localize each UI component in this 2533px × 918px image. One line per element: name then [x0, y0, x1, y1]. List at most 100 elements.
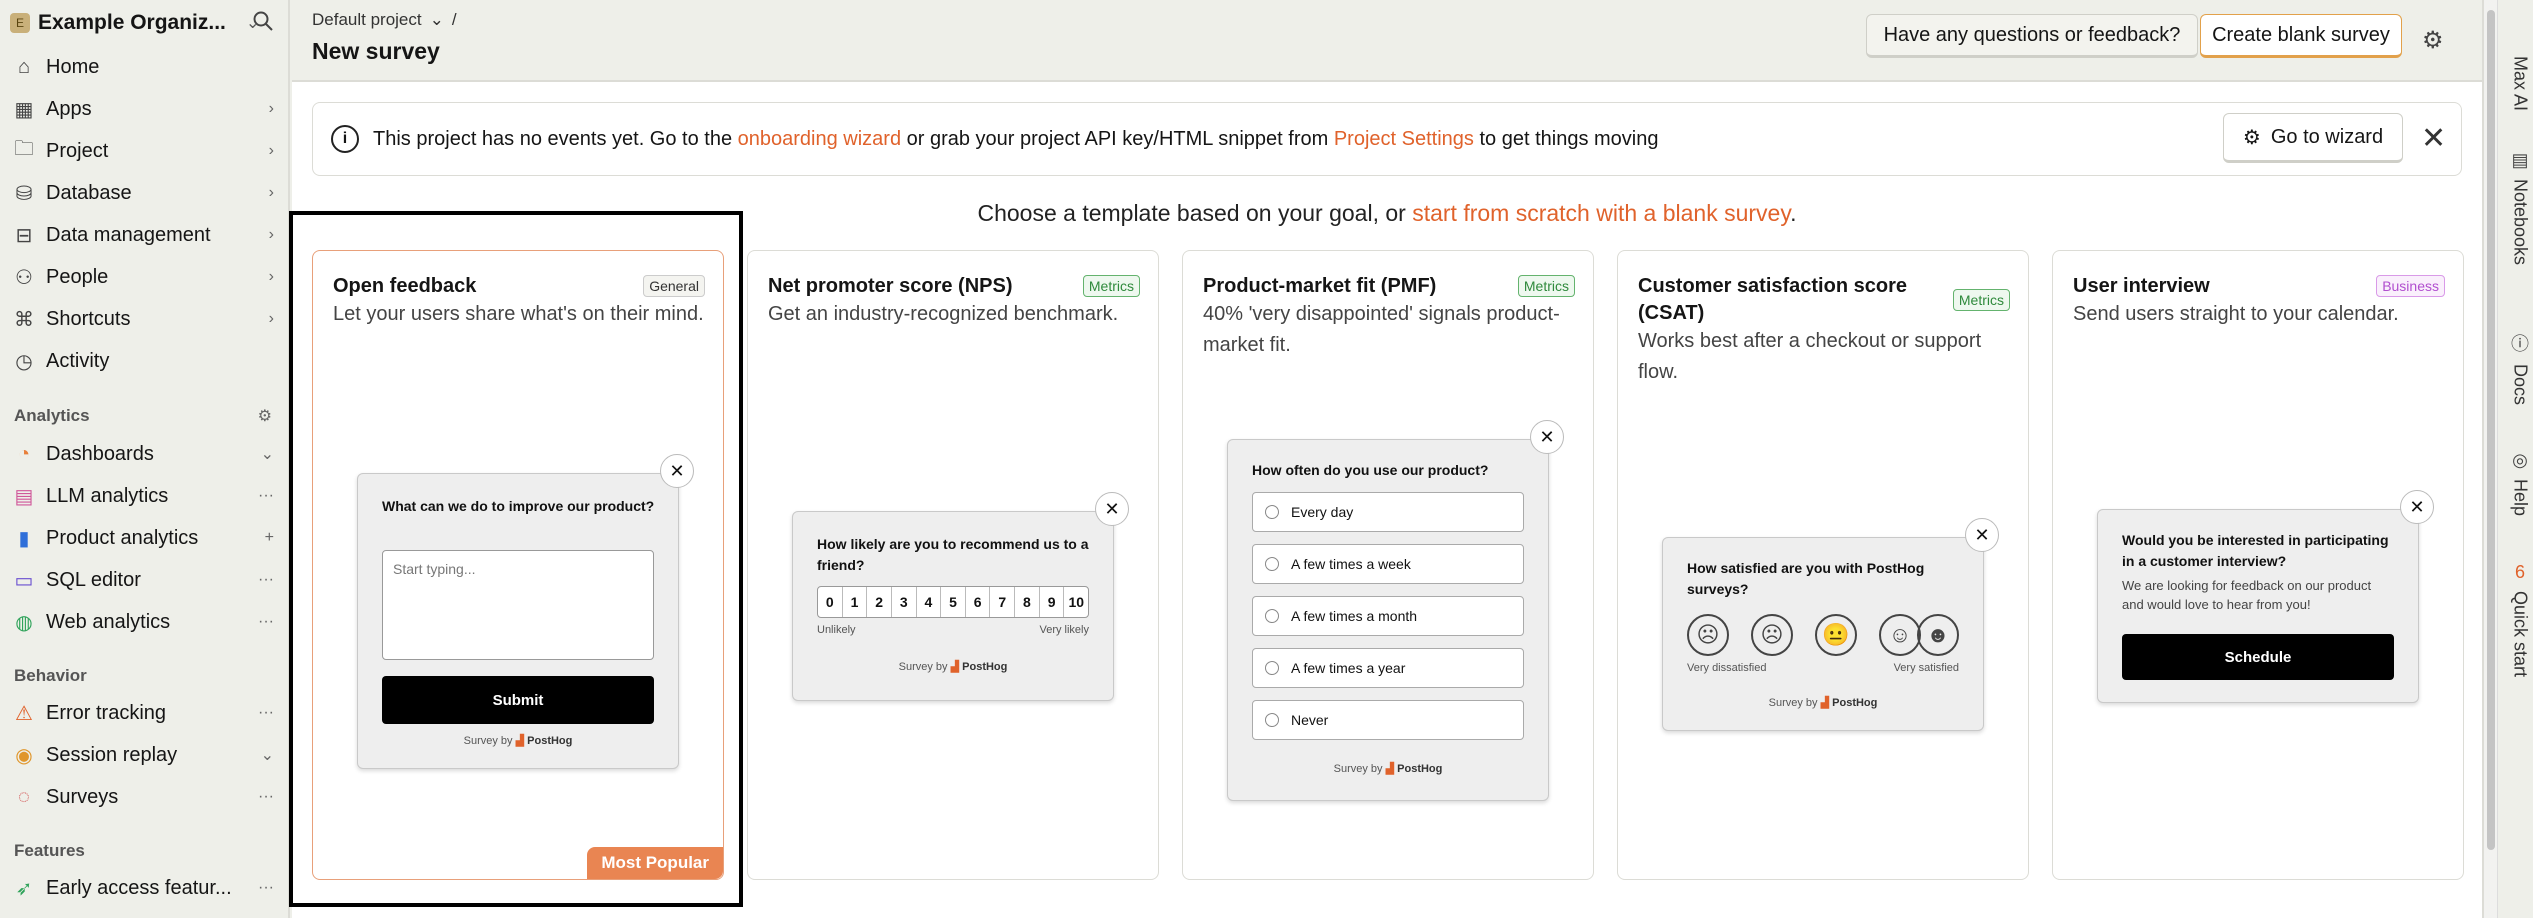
rail-item-notebooks[interactable]: ▤ Notebooks	[2506, 150, 2533, 265]
project-settings-link[interactable]: Project Settings	[1334, 128, 1474, 150]
template-card-csat[interactable]: Customer satisfaction score (CSAT) Metri…	[1617, 250, 2029, 880]
main-content: i This project has no events yet. Go to …	[292, 80, 2482, 918]
sidebar-item-product-analytics[interactable]: ▮ Product analytics +	[0, 520, 290, 556]
sidebar-item-database[interactable]: ⛁ Database ›	[0, 175, 290, 211]
template-card-open-feedback[interactable]: Open feedback General Let your users sha…	[312, 250, 724, 880]
sidebar-item-shortcuts[interactable]: ⌘ Shortcuts ›	[0, 301, 290, 337]
survey-question: How often do you use our product?	[1252, 462, 1489, 478]
rail-item-docs[interactable]: ⓘ Docs	[2506, 330, 2533, 405]
sidebar-item-data-management[interactable]: ⊟ Data management ›	[0, 217, 290, 253]
rail-item-help[interactable]: ◎ Help	[2506, 450, 2533, 516]
survey-question: What can we do to improve our product?	[382, 498, 655, 514]
nps-low-label: Unlikely	[817, 624, 856, 636]
survey-preview: ✕ What can we do to improve our product?…	[357, 454, 694, 769]
chevron-right-icon: ›	[268, 142, 274, 159]
sidebar-item-sql-editor[interactable]: ▭ SQL editor ···	[0, 562, 290, 598]
go-to-wizard-label: Go to wizard	[2270, 125, 2384, 148]
right-rail: Max AI ▤ Notebooks ⓘ Docs ◎ Help 6 Quick sta…	[2482, 0, 2533, 918]
search-icon[interactable]	[252, 10, 274, 32]
sidebar-item-llm-analytics[interactable]: ▤ LLM analytics ···	[0, 478, 290, 514]
rail-label: Quick start	[2510, 591, 2531, 678]
template-prompt: Choose a template based on your goal, or…	[977, 200, 1797, 226]
sidebar-item-label: Error tracking	[46, 701, 167, 724]
card-description: Get an industry-recognized benchmark.	[768, 303, 1119, 325]
create-blank-survey-button[interactable]: Create blank survey	[2200, 14, 2402, 58]
survey-question: How likely are you to recommend us to a …	[817, 536, 1089, 573]
rail-item-quick-start[interactable]: 6 Quick start	[2506, 562, 2533, 677]
survey-byline: Survey by ▟ PostHog	[1768, 697, 1878, 709]
rail-label: Docs	[2510, 364, 2531, 406]
sidebar-item-people[interactable]: ⚇ People ›	[0, 259, 290, 295]
close-icon[interactable]: ✕	[2421, 121, 2446, 156]
onboarding-wizard-link[interactable]: onboarding wizard	[738, 128, 901, 150]
nps-high-label: Very likely	[1039, 624, 1089, 636]
org-switcher[interactable]: E Example Organiz... ⌄	[10, 8, 259, 38]
survey-preview: ✕ How likely are you to recommend us to …	[792, 492, 1129, 701]
card-tag: Business	[2376, 275, 2445, 297]
chevron-right-icon: ›	[268, 268, 274, 285]
feedback-button[interactable]: Have any questions or feedback?	[1866, 14, 2198, 58]
go-to-wizard-button[interactable]: ⚙ Go to wizard	[2223, 113, 2403, 163]
sidebar-item-dashboards[interactable]: ◔ Dashboards ⌄	[0, 436, 290, 472]
survey-preview: ✕ How often do you use our product? Ever…	[1227, 420, 1564, 801]
template-card-pmf[interactable]: Product-market fit (PMF) Metrics 40% 've…	[1182, 250, 1594, 880]
survey-choice: Never	[1252, 700, 1524, 740]
sql-editor-icon: ▭	[14, 569, 34, 592]
product-analytics-icon: ▮	[18, 527, 30, 550]
home-icon: ⌂	[17, 55, 31, 78]
rocket-icon: ➶	[15, 877, 33, 900]
nps-scale: 0 1 2 3 4 5 6 7 8 9 10	[817, 586, 1089, 618]
plus-icon: +	[264, 529, 274, 546]
data-management-icon: ⊟	[15, 224, 33, 247]
survey-byline: Survey by ▟ PostHog	[463, 735, 573, 747]
survey-preview: ✕ Would you be interested in participati…	[2097, 490, 2434, 703]
sidebar-item-surveys[interactable]: ◌ Surveys ···	[0, 779, 290, 815]
sidebar-item-session-replay[interactable]: ◉ Session replay ⌄	[0, 737, 290, 773]
no-events-banner: i This project has no events yet. Go to …	[312, 102, 2462, 176]
card-title: Product-market fit (PMF)	[1203, 275, 1437, 297]
template-card-nps[interactable]: Net promoter score (NPS) Metrics Get an …	[747, 250, 1159, 880]
chevron-down-icon[interactable]: ⌄	[430, 10, 444, 30]
chevron-down-icon: ⌄	[260, 446, 274, 463]
sidebar-item-label: Product analytics	[46, 526, 199, 549]
blank-survey-link[interactable]: start from scratch with a blank survey	[1412, 200, 1790, 226]
shortcuts-icon: ⌘	[14, 308, 34, 331]
survey-preview: ✕ How satisfied are you with PostHog sur…	[1662, 518, 1999, 731]
card-title: Net promoter score (NPS)	[768, 275, 1013, 297]
csat-high-label: Very satisfied	[1893, 662, 1959, 674]
more-icon: ···	[258, 788, 274, 805]
people-icon: ⚇	[15, 266, 33, 289]
session-replay-icon: ◉	[15, 744, 33, 767]
scrollbar-thumb[interactable]	[2487, 10, 2495, 850]
more-icon: ···	[258, 613, 274, 630]
quick-start-badge: 6	[2514, 562, 2525, 582]
sidebar-item-activity[interactable]: ◷ Activity	[0, 343, 290, 379]
sidebar-item-home[interactable]: ⌂ Home	[0, 49, 290, 85]
survey-byline: Survey by ▟ PostHog	[1333, 763, 1443, 775]
sidebar-item-label: People	[46, 265, 109, 288]
folder-icon: 🗀	[14, 138, 34, 160]
info-icon: i	[331, 125, 359, 153]
template-card-user-interview[interactable]: User interview Business Send users strai…	[2052, 250, 2464, 880]
rail-item-max-ai[interactable]: Max AI	[2506, 56, 2533, 111]
sidebar-item-project[interactable]: 🗀 Project ›	[0, 133, 290, 169]
close-icon: ✕	[1530, 420, 1564, 454]
settings-gear-icon[interactable]: ⚙	[2422, 26, 2444, 55]
gear-icon[interactable]: ⚙	[258, 406, 272, 426]
very-satisfied-face-icon: ☻	[1917, 614, 1959, 656]
sidebar-item-early-access[interactable]: ➶ Early access featur... ···	[0, 870, 290, 906]
survey-choice: A few times a week	[1252, 544, 1524, 584]
card-tag: General	[643, 275, 705, 297]
scrollbar[interactable]	[2484, 0, 2498, 918]
sidebar-item-apps[interactable]: ▦ Apps ›	[0, 91, 290, 127]
close-icon: ✕	[2400, 490, 2434, 524]
breadcrumb: Default project ⌄ /	[312, 10, 457, 30]
most-popular-badge: Most Popular	[587, 847, 723, 879]
dashboards-icon: ◔	[17, 442, 31, 465]
more-icon: ···	[258, 487, 274, 504]
sidebar-item-error-tracking[interactable]: ⚠ Error tracking ···	[0, 695, 290, 731]
notebook-icon: ▤	[2511, 150, 2529, 170]
sidebar-item-web-analytics[interactable]: ◍ Web analytics ···	[0, 604, 290, 640]
breadcrumb-project[interactable]: Default project	[312, 10, 422, 30]
survey-choice: Every day	[1252, 492, 1524, 532]
